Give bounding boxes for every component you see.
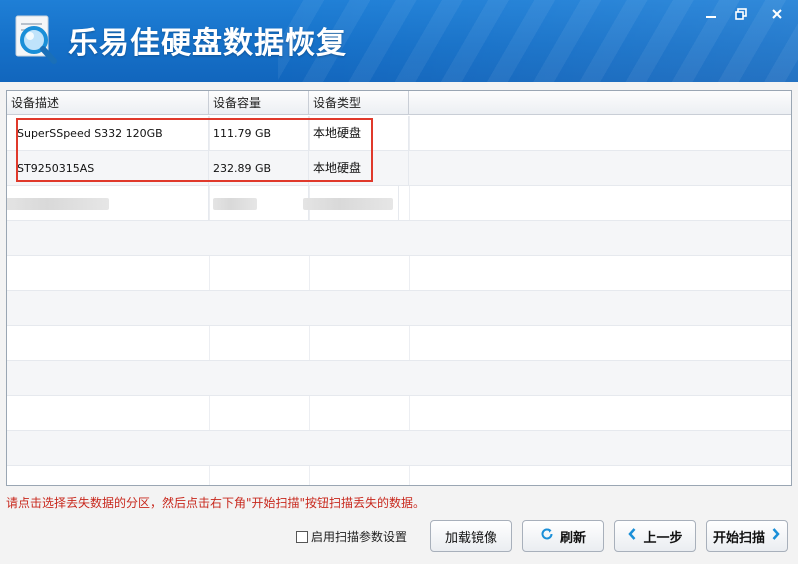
checkbox-box[interactable]: [296, 530, 308, 543]
column-header-description[interactable]: 设备描述: [7, 91, 209, 115]
minimize-icon: [706, 16, 716, 18]
magnifier-document-icon: [12, 14, 60, 66]
close-button[interactable]: [762, 4, 792, 26]
minimize-button[interactable]: [696, 4, 726, 26]
selection-highlight-box: [16, 118, 373, 182]
app-title: 乐易佳硬盘数据恢复: [68, 26, 347, 61]
table-row-empty: [7, 431, 791, 466]
device-table[interactable]: 设备描述 设备容量 设备类型 SuperSSpeed S332 120GB 11…: [6, 90, 792, 486]
previous-step-label: 上一步: [643, 530, 683, 546]
scan-params-label: 启用扫描参数设置: [311, 530, 408, 544]
table-row-empty: [7, 256, 791, 291]
redacted-text: [303, 198, 393, 210]
restore-button[interactable]: [726, 4, 756, 26]
table-row-empty: [7, 291, 791, 326]
previous-step-button[interactable]: 上一步: [614, 520, 696, 552]
column-header-type[interactable]: 设备类型: [309, 91, 409, 115]
start-scan-label: 开始扫描: [712, 530, 765, 546]
chevron-left-icon: [627, 527, 637, 545]
table-header: 设备描述 设备容量 设备类型: [7, 91, 791, 115]
refresh-label: 刷新: [559, 530, 586, 546]
chevron-right-icon: [771, 527, 781, 545]
table-row-empty: [7, 326, 791, 361]
table-row-empty: [7, 396, 791, 431]
load-image-button[interactable]: 加载镜像: [430, 520, 512, 552]
start-scan-button[interactable]: 开始扫描: [706, 520, 788, 552]
table-row-empty: [7, 361, 791, 396]
column-header-capacity[interactable]: 设备容量: [209, 91, 309, 115]
instruction-hint: 请点击选择丢失数据的分区，然后点击右下角"开始扫描"按钮扫描丢失的数据。: [6, 496, 426, 510]
redacted-text: [7, 198, 109, 210]
redacted-text: [213, 198, 257, 210]
load-image-label: 加载镜像: [444, 530, 497, 546]
title-bar[interactable]: 乐易佳硬盘数据恢复: [0, 0, 798, 82]
restore-icon: [735, 8, 747, 20]
refresh-button[interactable]: 刷新: [522, 520, 604, 552]
refresh-icon: [540, 527, 554, 545]
table-row-empty: [7, 221, 791, 256]
scan-params-checkbox[interactable]: 启用扫描参数设置: [296, 528, 407, 545]
close-icon: [772, 9, 782, 19]
table-row-redacted[interactable]: [7, 186, 791, 221]
